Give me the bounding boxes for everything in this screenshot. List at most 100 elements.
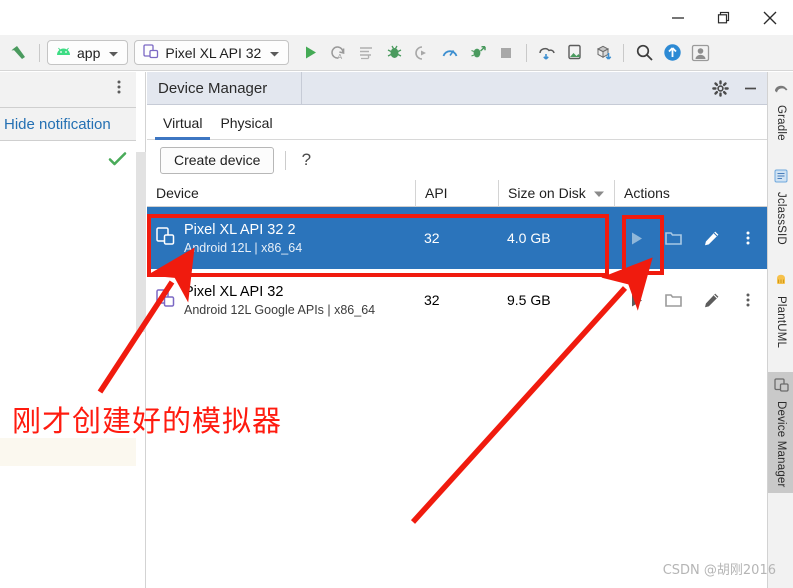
column-header-api[interactable]: API (415, 179, 498, 207)
action-bar-separator (285, 150, 287, 170)
tool-tab-jclass-label: JclassSID (775, 191, 787, 245)
size-cell: 9.5 GB (507, 292, 551, 308)
column-header-actions: Actions (614, 179, 767, 207)
tool-tab-plantuml[interactable]: PlantUML (768, 267, 793, 354)
column-header-device-label: Device (156, 185, 199, 201)
update-icon[interactable] (659, 39, 685, 67)
device-manager-icon (773, 378, 789, 397)
notification-panel-body (0, 141, 136, 588)
device-manager-header-actions (709, 72, 761, 105)
table-row[interactable]: Pixel XL API 32 2 Android 12L | x86_64 3… (147, 207, 767, 269)
notification-panel: Hide notification (0, 72, 136, 588)
create-device-button[interactable]: Create device (160, 146, 275, 174)
apply-code-changes-icon[interactable] (353, 39, 379, 67)
chevron-down-icon (108, 45, 119, 61)
tool-tab-device-manager-label: Device Manager (775, 400, 787, 488)
column-header-device[interactable]: Device (147, 180, 415, 207)
device-manager-title: Device Manager (147, 71, 302, 105)
stop-icon[interactable] (493, 39, 519, 67)
run-icon[interactable] (618, 280, 655, 320)
tab-physical-label: Physical (220, 115, 273, 131)
restore-button[interactable] (701, 0, 747, 35)
minimize-button[interactable] (655, 0, 701, 35)
tab-virtual-label: Virtual (163, 115, 203, 131)
android-studio-window: app Pixel XL API 32 A Hide notification … (0, 0, 793, 588)
scrollbar-thumb[interactable] (136, 152, 146, 332)
module-selector[interactable]: app (47, 40, 129, 65)
more-vertical-icon[interactable] (112, 78, 126, 101)
module-selector-label: app (77, 44, 101, 61)
device-manager-action-bar: Create device ? (147, 140, 767, 180)
avd-manager-icon[interactable] (562, 39, 588, 67)
menu-icon[interactable] (730, 280, 767, 320)
sort-desc-icon (593, 185, 605, 201)
tool-tab-jclass[interactable]: JclassSID (768, 163, 793, 251)
search-icon[interactable] (631, 39, 657, 67)
folder-icon[interactable] (655, 218, 692, 258)
tool-tab-gradle-label: Gradle (775, 105, 787, 141)
highlight-band (0, 438, 136, 466)
minimize-icon[interactable] (739, 78, 761, 100)
tool-tab-plantuml-label: PlantUML (775, 295, 787, 348)
tool-tab-gradle[interactable]: Gradle (768, 76, 793, 147)
device-detail: Android 12L Google APIs | x86_64 (184, 302, 376, 317)
plantuml-icon (774, 273, 788, 292)
device-selector[interactable]: Pixel XL API 32 (134, 40, 290, 65)
device-cell: Pixel XL API 32 Android 12L Google APIs … (147, 269, 415, 331)
account-icon[interactable] (687, 39, 713, 67)
folder-icon[interactable] (655, 280, 692, 320)
create-device-label: Create device (174, 152, 261, 168)
api-cell: 32 (424, 230, 440, 246)
virtual-device-icon (156, 226, 175, 250)
debug-icon[interactable] (381, 39, 407, 67)
apply-changes-icon[interactable]: A (325, 39, 351, 67)
sync-project-icon[interactable] (590, 39, 616, 67)
tool-tab-device-manager[interactable]: Device Manager (768, 371, 793, 494)
hide-notification-label: Hide notification (4, 115, 111, 133)
hammer-icon[interactable] (6, 39, 32, 67)
main-toolbar: app Pixel XL API 32 A (0, 35, 793, 71)
svg-text:A: A (338, 54, 343, 61)
edit-icon[interactable] (693, 280, 730, 320)
toolbar-separator (39, 43, 40, 62)
hide-notification-link[interactable]: Hide notification (0, 108, 136, 141)
device-manager-header: Device Manager (147, 71, 767, 105)
notification-panel-header (0, 72, 136, 108)
menu-icon[interactable] (730, 218, 767, 258)
tab-physical[interactable]: Physical (212, 115, 280, 139)
device-text-block: Pixel XL API 32 2 Android 12L | x86_64 (184, 222, 302, 255)
gear-icon[interactable] (709, 78, 731, 100)
column-header-size-on-disk[interactable]: Size on Disk (498, 179, 614, 207)
device-cell: Pixel XL API 32 2 Android 12L | x86_64 (147, 207, 415, 269)
close-button[interactable] (747, 0, 793, 35)
size-cell: 4.0 GB (507, 230, 551, 246)
chevron-down-icon (269, 45, 280, 61)
api-cell: 32 (424, 292, 440, 308)
jclass-icon (774, 169, 788, 188)
column-header-api-label: API (425, 185, 448, 201)
actions-cell (614, 207, 767, 269)
actions-cell (614, 269, 767, 331)
run-icon[interactable] (618, 218, 655, 258)
gradle-icon (774, 82, 788, 101)
check-icon (108, 151, 127, 172)
table-row[interactable]: Pixel XL API 32 Android 12L Google APIs … (147, 269, 767, 331)
device-name: Pixel XL API 32 2 (184, 221, 296, 238)
sdk-manager-icon[interactable] (534, 39, 560, 67)
toolbar-separator (623, 43, 625, 62)
column-header-size-label: Size on Disk (508, 185, 586, 201)
profiler-icon[interactable] (437, 39, 463, 67)
help-icon[interactable]: ? (297, 150, 315, 170)
device-table: Device API Size on Disk Actions Pixel XL… (147, 179, 767, 331)
watermark: CSDN @胡刚2016 (662, 563, 776, 578)
device-text-block: Pixel XL API 32 Android 12L Google APIs … (184, 284, 375, 317)
run-icon[interactable] (297, 39, 323, 67)
run-with-coverage-icon[interactable] (465, 39, 491, 67)
device-detail: Android 12L | x86_64 (184, 240, 303, 255)
device-name: Pixel XL API 32 (184, 283, 284, 300)
device-selector-label: Pixel XL API 32 (165, 44, 262, 61)
edit-icon[interactable] (693, 218, 730, 258)
attach-debugger-icon[interactable] (409, 39, 435, 67)
toolbar-separator (526, 43, 528, 62)
tab-virtual[interactable]: Virtual (155, 115, 211, 140)
